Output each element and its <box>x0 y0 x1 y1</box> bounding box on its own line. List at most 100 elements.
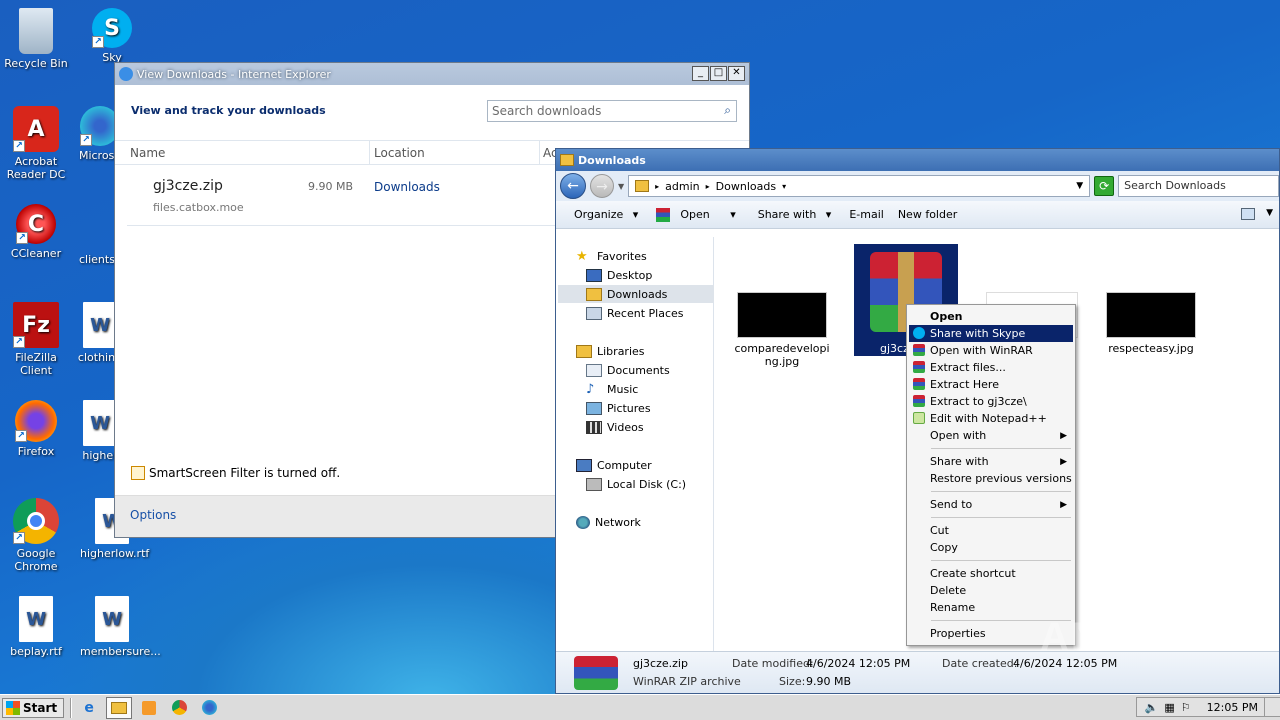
menu-label: Edit with Notepad++ <box>930 412 1047 425</box>
menu-copy[interactable]: Copy <box>909 539 1073 556</box>
nav-desktop[interactable]: Desktop <box>586 266 652 284</box>
minimize-button[interactable]: _ <box>692 66 709 81</box>
clock[interactable]: 12:05 PM <box>1207 701 1258 714</box>
menu-open-with[interactable]: Open with ▶ <box>909 427 1073 444</box>
breadcrumb-separator-icon[interactable]: ▸ <box>706 182 710 191</box>
nav-pictures-label: Pictures <box>607 401 651 415</box>
desktop-icon-beplay[interactable]: W beplay.rtf <box>4 596 68 658</box>
show-desktop-button[interactable] <box>1264 698 1272 716</box>
menu-share-with[interactable]: Share with ▶ <box>909 453 1073 470</box>
details-created-label: Date created: <box>942 657 1018 670</box>
menu-restore-previous[interactable]: Restore previous versions <box>909 470 1073 487</box>
ie-icon <box>119 67 133 81</box>
nav-downloads[interactable]: Downloads <box>558 285 714 303</box>
download-file-name[interactable]: gj3cze.zip <box>153 178 223 194</box>
breadcrumb-downloads[interactable]: Downloads <box>716 180 776 193</box>
breadcrumb-admin[interactable]: admin <box>665 180 699 193</box>
nav-recent-places[interactable]: Recent Places <box>586 304 684 322</box>
address-bar[interactable]: ▸ admin ▸ Downloads ▾ ▼ <box>628 175 1091 197</box>
menu-extract-to[interactable]: Extract to gj3cze\ <box>909 393 1073 410</box>
nav-libraries[interactable]: Libraries <box>576 342 645 360</box>
options-link[interactable]: Options <box>130 508 176 522</box>
acrobat-icon: A ↗ <box>13 106 59 152</box>
ie-taskbar-icon[interactable]: e <box>76 697 102 719</box>
menu-rename[interactable]: Rename <box>909 599 1073 616</box>
email-button[interactable]: E-mail <box>843 208 890 221</box>
menu-extract-here[interactable]: Extract Here <box>909 376 1073 393</box>
nav-favorites[interactable]: ★ Favorites <box>576 247 647 265</box>
maximize-button[interactable]: □ <box>710 66 727 81</box>
desktop-icon-label: beplay.rtf <box>10 645 62 658</box>
explorer-taskbar-icon[interactable] <box>106 696 133 719</box>
desktop-icon-acrobat[interactable]: A ↗ Acrobat Reader DC <box>4 106 68 181</box>
menu-send-to[interactable]: Send to ▶ <box>909 496 1073 513</box>
new-folder-button[interactable]: New folder <box>892 208 963 221</box>
menu-cut[interactable]: Cut <box>909 522 1073 539</box>
share-with-button[interactable]: Share with ▾ <box>746 208 838 221</box>
menu-delete[interactable]: Delete <box>909 582 1073 599</box>
start-label: Start <box>23 700 58 715</box>
breadcrumb-separator-icon[interactable]: ▸ <box>655 182 659 191</box>
edge-taskbar-icon[interactable] <box>196 697 222 719</box>
start-button[interactable]: Start <box>2 697 65 718</box>
drive-icon <box>586 477 602 491</box>
column-name[interactable]: Name <box>130 146 165 160</box>
organize-button[interactable]: Organize ▾ <box>562 208 644 221</box>
chrome-taskbar-icon[interactable] <box>166 697 192 719</box>
desktop-icon-chrome[interactable]: ↗ Google Chrome <box>4 498 68 573</box>
column-location[interactable]: Location <box>374 146 425 160</box>
nav-music[interactable]: ♪ Music <box>586 380 638 398</box>
desktop-icon-recycle-bin[interactable]: Recycle Bin <box>4 8 68 70</box>
search-downloads-input[interactable]: Search downloads ⌕ <box>487 100 737 122</box>
nav-pictures[interactable]: Pictures <box>586 399 651 417</box>
menu-extract-files[interactable]: Extract files... <box>909 359 1073 376</box>
ie-window-title: View Downloads - Internet Explorer <box>137 67 331 81</box>
nav-local-disk[interactable]: Local Disk (C:) <box>586 475 686 493</box>
menu-share-with-skype[interactable]: Share with Skype <box>909 325 1073 342</box>
search-downloads-field[interactable]: Search Downloads <box>1118 175 1279 197</box>
back-button[interactable]: ← <box>560 173 586 199</box>
desktop-icon-skype[interactable]: S ↗ Sky <box>80 8 144 64</box>
menu-open[interactable]: Open <box>909 308 1073 325</box>
network-icon[interactable]: ▦ <box>1164 701 1174 714</box>
view-options-icon[interactable] <box>1241 208 1255 220</box>
file-item[interactable]: respecteasy.jpg <box>1101 292 1201 355</box>
refresh-button[interactable]: ⟳ <box>1094 176 1115 196</box>
speaker-icon[interactable]: 🔈 <box>1145 701 1159 714</box>
nav-network-label: Network <box>595 515 641 529</box>
breadcrumb-separator-icon[interactable]: ▾ <box>782 182 786 191</box>
close-button[interactable]: ✕ <box>728 66 745 81</box>
menu-create-shortcut[interactable]: Create shortcut <box>909 565 1073 582</box>
nav-computer[interactable]: Computer <box>576 456 652 474</box>
forward-button[interactable]: → <box>590 174 614 198</box>
file-item[interactable]: comparedeveloping.jpg <box>732 292 832 368</box>
open-button[interactable]: Open ▾ <box>650 207 741 222</box>
search-icon[interactable]: ⌕ <box>724 103 731 118</box>
winrar-icon <box>913 344 925 356</box>
share-with-label: Share with <box>757 208 817 221</box>
menu-open-with-winrar[interactable]: Open with WinRAR <box>909 342 1073 359</box>
media-player-taskbar-icon[interactable] <box>136 697 162 719</box>
recent-pages-chevron-icon[interactable]: ▼ <box>618 182 624 191</box>
menu-label: Share with Skype <box>930 327 1026 340</box>
context-menu: Open Share with Skype Open with WinRAR E… <box>906 304 1076 646</box>
menu-label: Open with WinRAR <box>930 344 1033 357</box>
desktop-icon-ccleaner[interactable]: C ↗ CCleaner <box>4 204 68 260</box>
flag-icon[interactable]: ⚐ <box>1181 701 1191 714</box>
desktop-icon-membersure[interactable]: W membersure... <box>80 596 161 658</box>
download-location[interactable]: Downloads <box>374 180 440 194</box>
explorer-nav-bar: ← → ▼ ▸ admin ▸ Downloads ▾ ▼ ⟳ Search D… <box>556 171 1279 201</box>
desktop-icon-firefox[interactable]: ↗ Firefox <box>4 400 68 458</box>
nav-network[interactable]: Network <box>576 513 641 531</box>
nav-documents[interactable]: Documents <box>586 361 670 379</box>
menu-edit-notepadpp[interactable]: Edit with Notepad++ <box>909 410 1073 427</box>
nav-videos-label: Videos <box>607 420 644 434</box>
search-placeholder: Search downloads <box>492 104 602 118</box>
notepadpp-icon <box>913 412 925 424</box>
view-options-chevron-icon[interactable]: ▼ <box>1266 208 1273 218</box>
desktop-icon-filezilla[interactable]: Fz ↗ FileZilla Client <box>4 302 68 377</box>
image-thumbnail <box>1106 292 1196 338</box>
address-dropdown-icon[interactable]: ▼ <box>1076 181 1083 191</box>
desktop-icon-label: Google Chrome <box>14 547 58 573</box>
nav-videos[interactable]: Videos <box>586 418 644 436</box>
